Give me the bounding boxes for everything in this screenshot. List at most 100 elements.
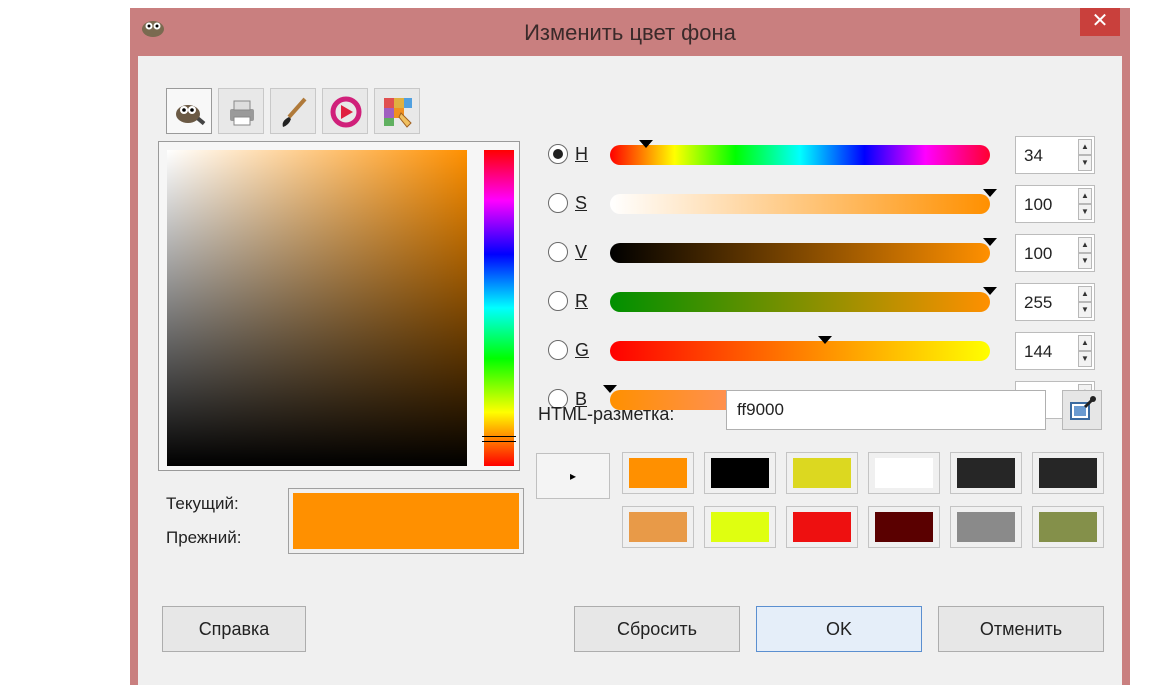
history-swatch-color bbox=[875, 458, 933, 488]
channel-spin-g[interactable]: 144 ▲ ▼ bbox=[1015, 332, 1095, 370]
channel-slider-h[interactable] bbox=[610, 140, 1006, 166]
help-button[interactable]: Справка bbox=[162, 606, 306, 652]
history-swatch-color bbox=[957, 512, 1015, 542]
channel-slider-s[interactable] bbox=[610, 189, 1006, 215]
channel-label-r: R bbox=[575, 291, 588, 311]
history-swatch[interactable] bbox=[868, 506, 940, 548]
slider-marker-r[interactable] bbox=[983, 287, 997, 295]
channel-row-h: H 34 ▲ ▼ bbox=[548, 134, 1108, 174]
spin-up-button[interactable]: ▲ bbox=[1078, 286, 1092, 302]
slider-marker-h[interactable] bbox=[638, 140, 653, 148]
history-swatch[interactable] bbox=[704, 452, 776, 494]
channel-label-v: V bbox=[575, 242, 588, 262]
ok-button[interactable]: OK bbox=[756, 606, 922, 652]
printer-cmyk-icon bbox=[230, 100, 254, 126]
channel-row-v: V 100 ▲ ▼ bbox=[548, 232, 1108, 272]
slider-marker-v[interactable] bbox=[983, 238, 997, 246]
spin-down-button[interactable]: ▼ bbox=[1078, 302, 1092, 318]
spin-down-button[interactable]: ▼ bbox=[1078, 155, 1092, 171]
color-picker-area bbox=[158, 141, 520, 471]
channel-label-s: S bbox=[575, 193, 588, 213]
channel-radio-h[interactable] bbox=[548, 144, 568, 164]
channel-gradient-h bbox=[610, 145, 990, 165]
channel-row-g: G 144 ▲ ▼ bbox=[548, 330, 1108, 370]
dialog-body: Текущий: Прежний: H 34 ▲ ▼ S 100 ▲ ▼ V 100 ▲ ▼ R 255 ▲… bbox=[138, 56, 1122, 685]
color-dialog: Изменить цвет фона ✕ Текущий: Прежний: H… bbox=[130, 8, 1130, 685]
spin-up-button[interactable]: ▲ bbox=[1078, 237, 1092, 253]
channel-radio-v[interactable] bbox=[548, 242, 568, 262]
history-swatch[interactable] bbox=[1032, 452, 1104, 494]
channel-row-s: S 100 ▲ ▼ bbox=[548, 183, 1108, 223]
slider-marker-s[interactable] bbox=[983, 189, 997, 197]
channel-spin-s[interactable]: 100 ▲ ▼ bbox=[1015, 185, 1095, 223]
tab-gimp-selector[interactable] bbox=[166, 88, 212, 134]
slider-marker-g[interactable] bbox=[817, 336, 832, 344]
spin-buttons: ▲▼ bbox=[1078, 188, 1092, 220]
channel-value-s: 100 bbox=[1024, 195, 1053, 214]
history-swatch[interactable] bbox=[786, 506, 858, 548]
title-bar: Изменить цвет фона ✕ bbox=[130, 8, 1130, 56]
html-notation-label: HTML-разметка: bbox=[538, 404, 675, 424]
channel-spin-h[interactable]: 34 ▲ ▼ bbox=[1015, 136, 1095, 174]
tab-palette[interactable] bbox=[374, 88, 420, 134]
palette-icon bbox=[384, 98, 412, 128]
history-swatch-color bbox=[1039, 512, 1097, 542]
spin-buttons: ▲▼ bbox=[1078, 237, 1092, 269]
channel-radio-r[interactable] bbox=[548, 291, 568, 311]
history-swatch[interactable] bbox=[950, 452, 1022, 494]
history-swatch[interactable] bbox=[622, 506, 694, 548]
close-button[interactable]: ✕ bbox=[1080, 8, 1120, 36]
history-swatch-color bbox=[793, 512, 851, 542]
channel-value-r: 255 bbox=[1024, 293, 1053, 312]
tab-cmyk[interactable] bbox=[218, 88, 264, 134]
spin-down-button[interactable]: ▼ bbox=[1078, 253, 1092, 269]
history-swatch-color bbox=[793, 458, 851, 488]
current-color-label: Текущий: bbox=[166, 494, 239, 513]
channel-spin-r[interactable]: 255 ▲ ▼ bbox=[1015, 283, 1095, 321]
spin-buttons: ▲▼ bbox=[1078, 335, 1092, 367]
history-swatch-color bbox=[711, 512, 769, 542]
history-swatch[interactable] bbox=[704, 506, 776, 548]
channel-value-h: 34 bbox=[1024, 146, 1043, 165]
hue-strip[interactable] bbox=[482, 150, 516, 466]
channel-radio-g[interactable] bbox=[548, 340, 568, 360]
previous-color-label: Прежний: bbox=[166, 528, 242, 547]
eyedropper-icon bbox=[1070, 396, 1096, 420]
history-swatch[interactable] bbox=[1032, 506, 1104, 548]
spin-up-button[interactable]: ▲ bbox=[1078, 335, 1092, 351]
channel-radio-s[interactable] bbox=[548, 193, 568, 213]
history-swatch[interactable] bbox=[622, 452, 694, 494]
color-picker-button[interactable] bbox=[1062, 390, 1102, 430]
tab-watercolor[interactable] bbox=[270, 88, 316, 134]
paintbrush-icon bbox=[282, 97, 307, 127]
html-notation-input[interactable] bbox=[726, 390, 1046, 430]
spin-up-button[interactable]: ▲ bbox=[1078, 139, 1092, 155]
spin-up-button[interactable]: ▲ bbox=[1078, 188, 1092, 204]
current-previous-swatch bbox=[288, 488, 524, 554]
reset-button[interactable]: Сбросить bbox=[574, 606, 740, 652]
spin-down-button[interactable]: ▼ bbox=[1078, 351, 1092, 367]
hue-marker[interactable] bbox=[482, 436, 516, 442]
spin-buttons: ▲▼ bbox=[1078, 286, 1092, 318]
channel-gradient-v bbox=[610, 243, 990, 263]
current-color-swatch bbox=[293, 493, 519, 549]
channel-slider-r[interactable] bbox=[610, 287, 1006, 313]
spin-buttons: ▲▼ bbox=[1078, 139, 1092, 171]
channel-slider-v[interactable] bbox=[610, 238, 1006, 264]
history-swatch[interactable] bbox=[950, 506, 1022, 548]
channel-slider-g[interactable] bbox=[610, 336, 1006, 362]
dialog-title: Изменить цвет фона bbox=[524, 20, 736, 45]
channel-label-g: G bbox=[575, 340, 590, 360]
tab-wheel[interactable] bbox=[322, 88, 368, 134]
history-swatch[interactable] bbox=[786, 452, 858, 494]
saturation-value-field[interactable] bbox=[167, 150, 467, 466]
slider-marker-b[interactable] bbox=[603, 385, 617, 393]
history-swatch[interactable] bbox=[868, 452, 940, 494]
channel-label-h: H bbox=[575, 144, 588, 164]
spin-down-button[interactable]: ▼ bbox=[1078, 204, 1092, 220]
channel-spin-v[interactable]: 100 ▲ ▼ bbox=[1015, 234, 1095, 272]
cancel-button[interactable]: Отменить bbox=[938, 606, 1104, 652]
history-expand-button[interactable]: ▸ bbox=[536, 453, 610, 499]
channel-row-r: R 255 ▲ ▼ bbox=[548, 281, 1108, 321]
history-swatch-color bbox=[875, 512, 933, 542]
